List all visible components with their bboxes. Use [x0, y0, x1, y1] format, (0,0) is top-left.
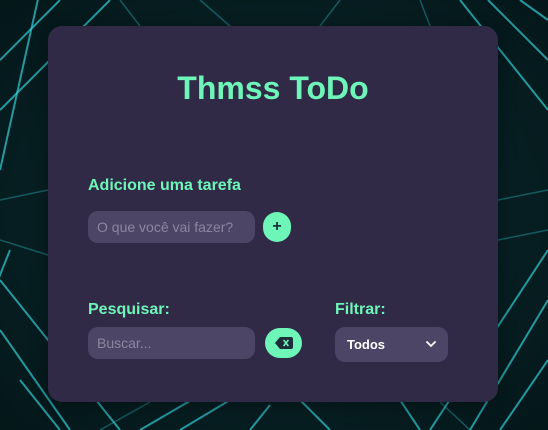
- add-task-input[interactable]: [88, 211, 255, 243]
- app-title: Thmss ToDo: [177, 70, 369, 106]
- add-button-label: +: [272, 218, 282, 235]
- todo-card: Thmss ToDo Adicione uma tarefa + Pesquis…: [48, 26, 498, 402]
- add-task-button[interactable]: +: [263, 212, 291, 242]
- clear-search-button[interactable]: [265, 328, 302, 358]
- filter-label: Filtrar:: [335, 301, 386, 318]
- search-label: Pesquisar:: [88, 301, 170, 318]
- backspace-icon: [274, 337, 293, 349]
- chevron-down-icon: [426, 341, 436, 347]
- add-task-label: Adicione uma tarefa: [88, 177, 241, 194]
- search-input[interactable]: [88, 327, 255, 359]
- filter-select[interactable]: Todos: [335, 327, 448, 362]
- filter-selected-value: Todos: [347, 337, 386, 352]
